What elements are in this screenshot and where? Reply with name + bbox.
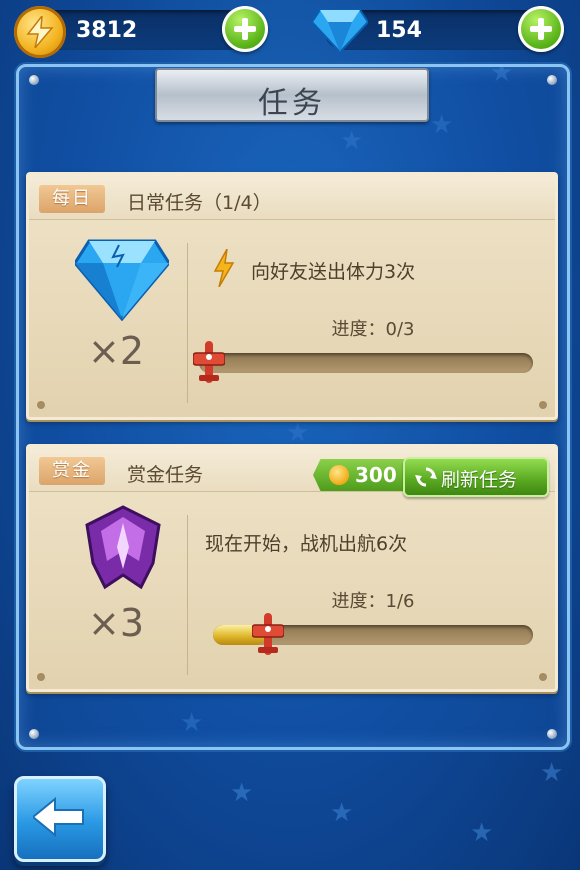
progress-label: 进度：0/3 [331,319,415,340]
back-arrow-icon [33,797,84,837]
divider [187,515,188,675]
refresh-task-button[interactable]: 刷新任务 [403,457,549,497]
fighter-plane-icon [193,341,225,383]
background-star: ★ [540,758,564,788]
purple-wing-emblem-icon [85,505,161,590]
refresh-icon [415,467,437,487]
card-header: 每日 日常任务（1/4） [29,175,555,220]
add-gems-button[interactable] [518,6,564,52]
refresh-task-label: 刷新任务 [441,469,518,491]
gold-coin-icon [329,465,349,485]
gem-count: 154 [376,18,422,43]
refresh-cost: 300 [313,459,407,491]
bounty-task-card: 赏金 赏金任务 300 刷新任务 ×3 现在开始，战机出航6次 进度：1/6 [26,444,558,692]
lightning-icon [213,249,235,287]
daily-tag: 每日 [39,185,105,213]
rivet [29,75,39,85]
task-description: 现在开始，战机出航6次 [205,533,408,555]
corner-rivet [37,673,45,681]
divider [187,243,188,403]
blue-gem-icon [310,6,370,58]
card-header: 赏金 赏金任务 300 刷新任务 [29,447,555,497]
background-star: ★ [230,778,254,808]
resource-bar: 3812 154 [0,0,580,60]
rivet [547,75,557,85]
daily-task-card: 每日 日常任务（1/4） ×2 向好友送出体力3次 进度：0/3 [26,172,558,420]
coin-count: 3812 [76,18,138,43]
task-description: 向好友送出体力3次 [251,261,416,283]
rivet [547,729,557,739]
gold-coin-icon [14,6,66,58]
panel-title-plate: 任务 [155,68,429,122]
refresh-cost-value: 300 [355,463,397,487]
bounty-tag: 赏金 [39,457,105,485]
background-star: ★ [470,818,494,848]
blue-gem-icon [75,239,169,321]
corner-rivet [539,673,547,681]
corner-rivet [37,401,45,409]
progress-bar [213,613,533,655]
daily-task-title: 日常任务（1/4） [127,192,272,214]
fighter-plane-icon [252,613,285,655]
progress-bar [193,341,533,383]
rivet [29,729,39,739]
bounty-task-title: 赏金任务 [127,464,204,486]
reward-multiplier: ×2 [87,329,145,373]
progress-label: 进度：1/6 [331,591,415,612]
reward-multiplier: ×3 [87,601,145,645]
back-button[interactable] [14,776,106,862]
page-title: 任务 [258,86,326,121]
corner-rivet [539,401,547,409]
add-coins-button[interactable] [222,6,268,52]
background-star: ★ [330,798,354,828]
